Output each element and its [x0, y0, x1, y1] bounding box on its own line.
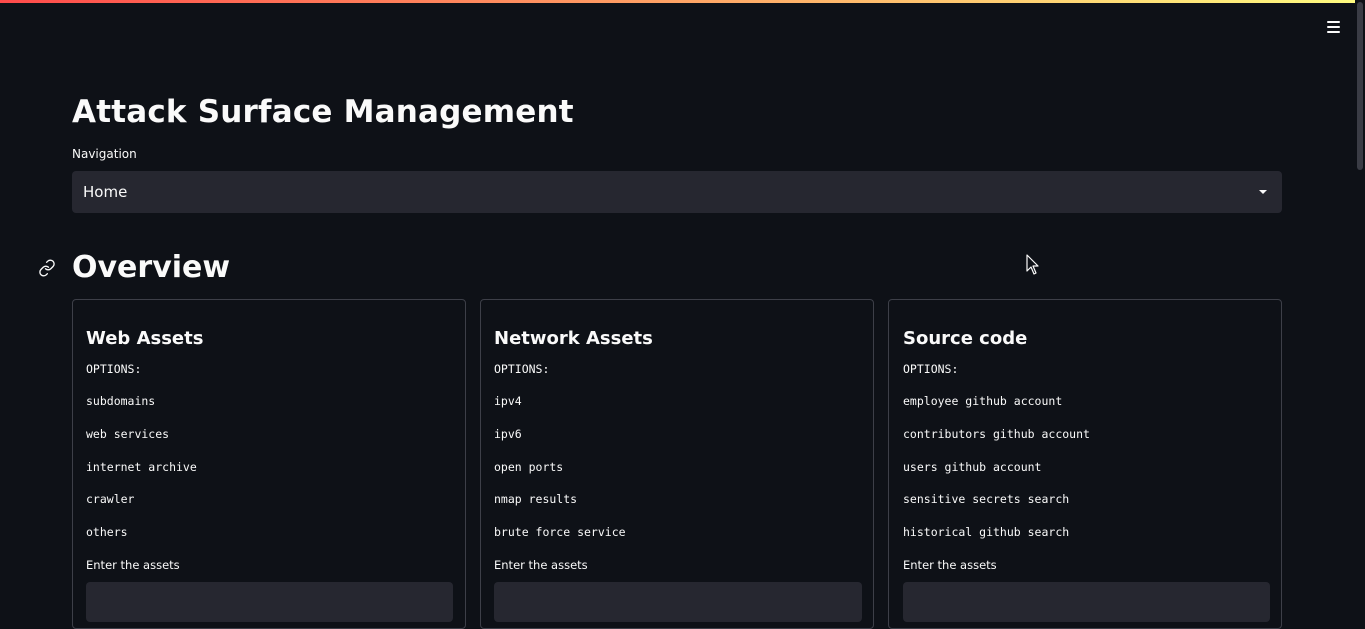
card-title: Network Assets: [494, 328, 653, 349]
source-code-input[interactable]: [903, 582, 1270, 622]
option-item: internet archive: [86, 460, 197, 474]
scrollbar-thumb[interactable]: [1357, 2, 1363, 170]
assets-input-label: Enter the assets: [86, 558, 180, 572]
option-item: others: [86, 525, 128, 539]
card-title: Web Assets: [86, 328, 204, 349]
option-item: ipv6: [494, 427, 522, 441]
option-item: open ports: [494, 460, 564, 474]
option-item: historical github search: [903, 525, 1070, 539]
top-decoration-bar: [0, 0, 1365, 3]
link-icon[interactable]: [38, 259, 56, 277]
assets-input-label: Enter the assets: [903, 558, 997, 572]
network-assets-input[interactable]: [494, 582, 862, 622]
options-label: OPTIONS:: [494, 362, 550, 376]
options-label: OPTIONS:: [86, 362, 142, 376]
option-item: subdomains: [86, 394, 156, 408]
network-assets-card: Network Assets OPTIONS: ipv4 ipv6 open p…: [480, 299, 874, 629]
option-item: nmap results: [494, 492, 578, 506]
chevron-down-icon: [1259, 190, 1267, 194]
mouse-pointer-icon: [1026, 254, 1039, 275]
option-item: users github account: [903, 460, 1042, 474]
option-item: brute force service: [494, 525, 626, 539]
page-scrollbar[interactable]: [1355, 0, 1365, 610]
option-item: ipv4: [494, 394, 522, 408]
option-item: sensitive secrets search: [903, 492, 1070, 506]
overview-heading: Overview: [72, 250, 231, 285]
web-assets-input[interactable]: [86, 582, 453, 622]
web-assets-card: Web Assets OPTIONS: subdomains web servi…: [72, 299, 466, 629]
option-item: employee github account: [903, 394, 1063, 408]
option-item: web services: [86, 427, 170, 441]
options-label: OPTIONS:: [903, 362, 959, 376]
navigation-selected-value: Home: [83, 183, 128, 201]
navigation-label: Navigation: [72, 147, 137, 161]
source-code-card: Source code OPTIONS: employee github acc…: [888, 299, 1282, 629]
navigation-select[interactable]: Home: [72, 171, 1282, 213]
hamburger-menu-icon: [1326, 21, 1340, 23]
main-menu-button[interactable]: [1322, 17, 1344, 37]
option-item: contributors github account: [903, 427, 1090, 441]
option-item: crawler: [86, 492, 135, 506]
assets-input-label: Enter the assets: [494, 558, 588, 572]
card-title: Source code: [903, 328, 1028, 349]
page-title: Attack Surface Management: [72, 94, 574, 130]
